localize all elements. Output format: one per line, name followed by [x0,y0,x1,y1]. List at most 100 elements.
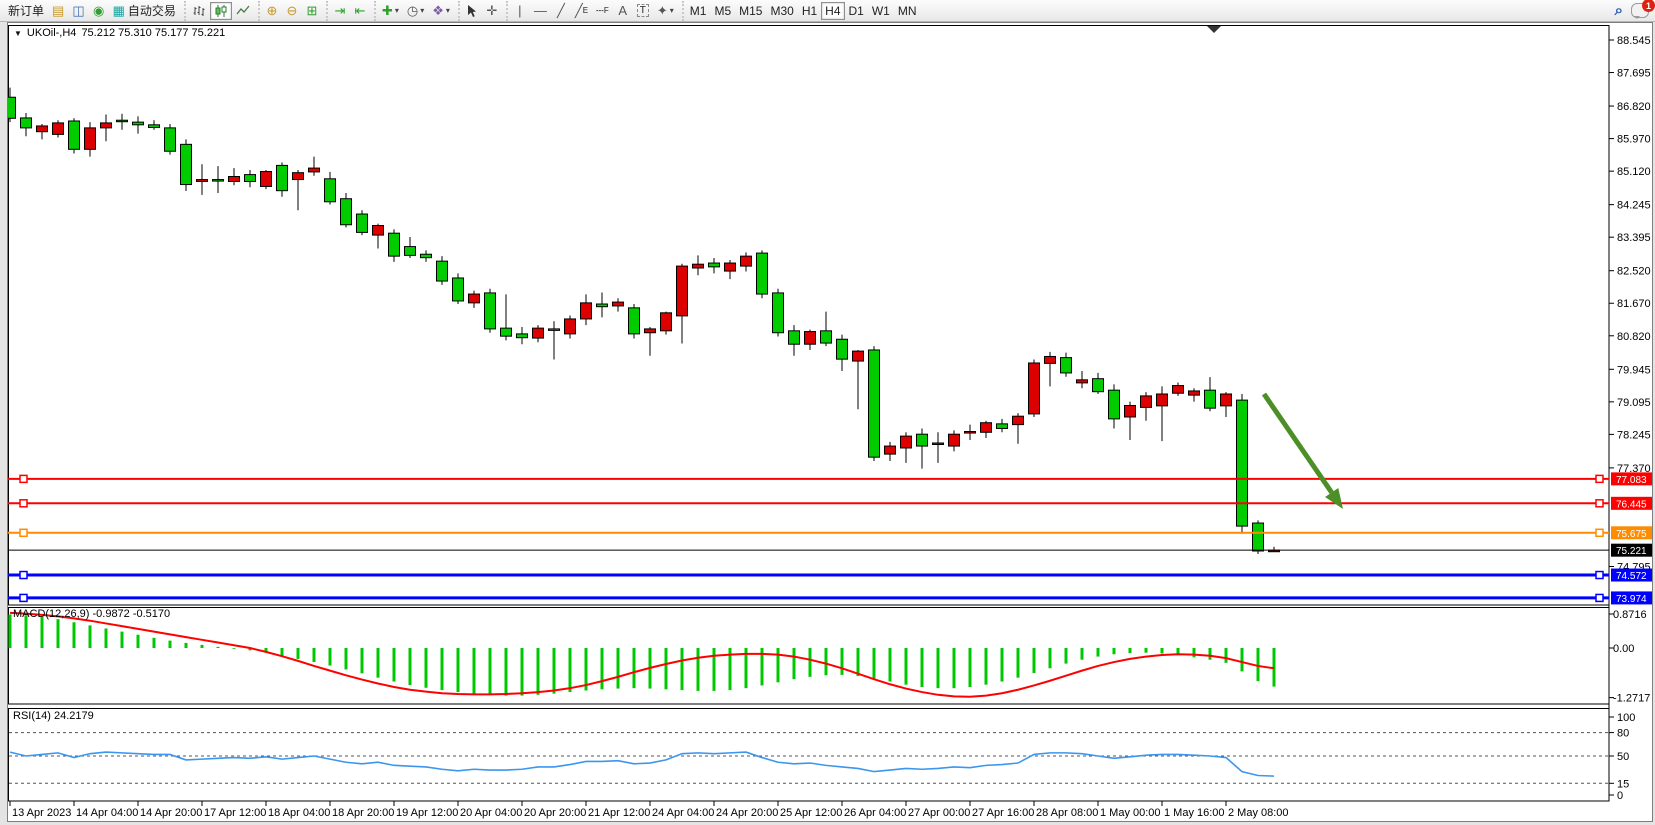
timeframe-button-D1[interactable]: D1 [845,2,868,20]
candle [549,329,560,331]
tile-windows-button[interactable]: ⊞ [302,2,322,20]
candlestick-chart-button[interactable] [210,2,232,20]
macd-label: MACD(12,26,9) -0.9872 -0.5170 [13,608,170,620]
chart-window[interactable]: 88.54587.69586.82085.97085.12084.24583.3… [7,22,1653,822]
text-button[interactable]: A [613,2,633,20]
current-price-line-group: 75.221 [8,544,1652,558]
hline-price-label: 77.083 [1616,475,1647,486]
bar-chart-button[interactable] [188,2,210,20]
candle [1189,391,1200,395]
data-window-button[interactable]: ▤ [48,2,68,20]
timeframe-button-M1[interactable]: M1 [686,2,711,20]
cursor-button[interactable] [462,2,482,20]
price-axis-label: 86.820 [1617,101,1651,113]
horizontal-lines-group[interactable]: 77.08376.44575.67574.57273.974 [8,472,1652,605]
toolbar-group-chart-type [184,1,256,21]
navigator-button[interactable]: ◫ [68,2,88,20]
candle [1237,400,1248,526]
main-panel-border [9,26,1610,606]
candle [805,332,816,345]
bid-price-label: 75.221 [1616,546,1647,557]
chart-shift-marker[interactable] [1207,26,1221,33]
time-axis-label: 20 Apr 20:00 [524,807,586,819]
hline-marker [1596,500,1603,507]
candle [21,118,32,128]
arrows-button[interactable]: ✦ ▾ [653,2,678,20]
auto-trading-button[interactable]: ▦ 自动交易 [109,2,180,20]
auto-trading-label: 自动交易 [128,2,176,19]
timeframe-button-M30[interactable]: M30 [766,2,797,20]
candle [293,173,304,180]
vertical-line-button[interactable]: | [510,2,530,20]
timeframe-button-M5[interactable]: M5 [710,2,735,20]
hline-marker [20,529,27,536]
zoom-out-button[interactable]: ⊖ [282,2,302,20]
chart-shift-button[interactable]: ⇤ [350,2,370,20]
rsi-label: RSI(14) 24.2179 [13,710,94,722]
timeframe-button-M15[interactable]: M15 [735,2,766,20]
time-axis-label: 26 Apr 04:00 [844,807,906,819]
price-axis-label: 79.945 [1617,364,1651,376]
time-axis-label: 14 Apr 04:00 [76,807,138,819]
candle [565,319,576,334]
candle [1077,380,1088,383]
annotations-group[interactable] [1264,394,1343,509]
rsi-name: RSI(14) [13,710,51,722]
timeframe-button-MN[interactable]: MN [894,2,921,20]
auto-scroll-button[interactable]: ⇥ [330,2,350,20]
candle [165,128,176,151]
line-chart-button[interactable] [232,2,254,20]
candle [229,177,240,182]
chart-canvas[interactable]: 88.54587.69586.82085.97085.12084.24583.3… [8,23,1652,821]
text-label-button[interactable]: T [633,2,653,20]
candle [645,329,656,333]
candle [533,328,544,338]
price-axis-label: 78.245 [1617,429,1651,441]
toolbar-group-objects: | — ╱ ╱E ┄F A T ✦ ▾ [506,1,680,21]
expand-triangle-icon[interactable]: ▼ [14,29,22,38]
candle [69,121,80,149]
rsi-group: 1008050150 [9,712,1635,802]
timeframe-group: M1M5M15M30H1H4D1W1MN [682,1,923,21]
time-axis-label: 1 May 16:00 [1164,807,1225,819]
add-indicator-button[interactable]: ✚ ▾ [378,2,403,20]
time-axis-label: 24 Apr 20:00 [716,807,778,819]
timeframe-button-W1[interactable]: W1 [868,2,894,20]
new-order-button[interactable]: 新订单 [4,2,48,20]
trend-arrow-shaft [1264,394,1332,493]
timeframe-button-H1[interactable]: H1 [798,2,821,20]
rsi-axis-label: 80 [1617,728,1629,740]
time-axis-label: 21 Apr 12:00 [588,807,650,819]
shapes-icon: ✦ [657,4,668,17]
templates-button[interactable]: ❖ ▾ [428,2,454,20]
candle [245,175,256,182]
fibonacci-button[interactable]: ┄F [592,2,613,20]
candle [853,351,864,361]
timeframe-button-H4[interactable]: H4 [821,2,844,20]
notification-badge: 1 [1642,0,1655,12]
crosshair-button[interactable]: ✛ [482,2,502,20]
chart-title: ▼ UKOil-,H4 75.212 75.310 75.177 75.221 [14,27,225,39]
candle [341,199,352,225]
toolbar-group-scroll: ⇥ ⇤ [326,1,372,21]
horizontal-line-button[interactable]: — [530,2,551,20]
price-axis-label: 79.095 [1617,397,1651,409]
trendline-button[interactable]: ╱ [551,2,571,20]
signals-button[interactable]: ◉ [89,2,109,20]
candle [485,293,496,329]
toolbar-group-cursor: ✛ [458,1,504,21]
periods-button[interactable]: ◷ ▾ [403,2,428,20]
candle [789,331,800,344]
zoom-in-icon: ⊕ [266,4,277,17]
hline-price-label: 75.675 [1616,529,1647,540]
search-icon[interactable]: ⌕ [1615,2,1623,19]
template-icon: ❖ [432,4,444,17]
price-axis-label: 87.695 [1617,68,1651,80]
candle [949,434,960,446]
zoom-in-button[interactable]: ⊕ [262,2,282,20]
signal-icon: ◉ [93,4,104,17]
candle [917,434,928,446]
channel-button[interactable]: ╱E [571,2,592,20]
fibonacci-icon: ┄ [596,4,604,17]
chat-icon[interactable]: 1 [1631,3,1649,18]
